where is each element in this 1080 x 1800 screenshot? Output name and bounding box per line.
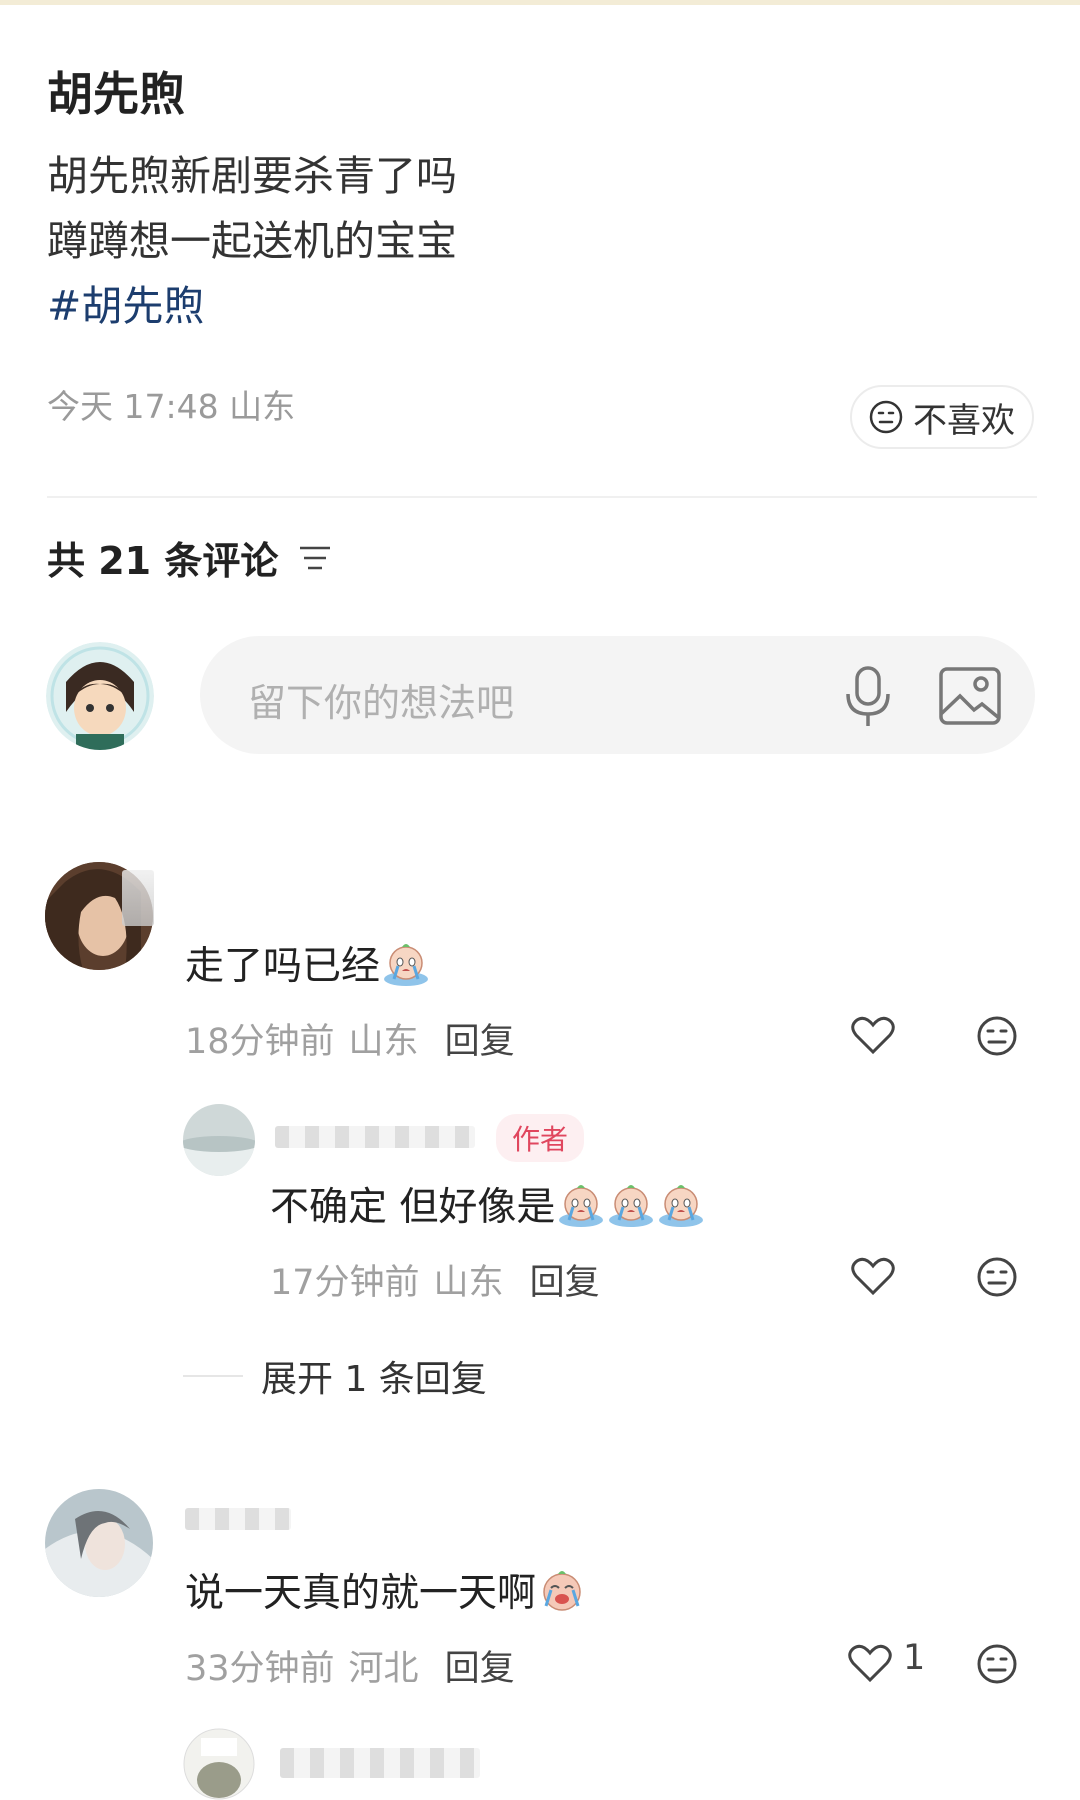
post-line-2: 蹲蹲想一起送机的宝宝 xyxy=(47,217,457,265)
comment-time: 17分钟前 xyxy=(270,1263,420,1303)
crying-emoji-icon xyxy=(384,944,429,986)
dislike-face-icon[interactable] xyxy=(976,1256,1018,1298)
post-line-1: 胡先煦新剧要杀青了吗 xyxy=(47,152,457,200)
comment-text: 走了吗已经 xyxy=(185,935,430,991)
my-avatar[interactable] xyxy=(46,642,154,750)
username-blurred[interactable] xyxy=(185,1508,291,1530)
comment-text: 不确定 但好像是 xyxy=(270,1176,705,1232)
comment-meta: 18分钟前 山东 回复 xyxy=(185,1013,515,1064)
comment-input[interactable]: 留下你的想法吧 xyxy=(200,636,1035,754)
post-meta: 今天 17:48 山东 xyxy=(47,387,296,426)
comment-text: 说一天真的就一天啊 xyxy=(185,1562,586,1618)
comment-location: 山东 xyxy=(348,1022,419,1062)
reply-button[interactable]: 回复 xyxy=(445,1013,515,1064)
heart-icon[interactable] xyxy=(851,1015,895,1055)
comment-time: 18分钟前 xyxy=(185,1022,335,1062)
image-icon[interactable] xyxy=(938,666,1002,726)
heart-icon[interactable] xyxy=(851,1256,895,1296)
heart-icon[interactable] xyxy=(848,1643,892,1683)
post-title: 胡先煦 xyxy=(47,67,185,121)
comment-input-placeholder: 留下你的想法吧 xyxy=(248,681,515,725)
comment-count-header: 共 21 条评论 xyxy=(47,530,332,585)
comment-count: 共 21 条评论 xyxy=(47,539,279,583)
comment-meta: 17分钟前 山东 回复 xyxy=(270,1254,600,1305)
dislike-label: 不喜欢 xyxy=(913,400,1015,441)
username-blurred[interactable] xyxy=(275,1126,475,1148)
expand-divider xyxy=(183,1375,243,1377)
comment-location: 河北 xyxy=(348,1649,419,1689)
avatar[interactable] xyxy=(183,1728,255,1800)
comment-meta: 33分钟前 河北 回复 xyxy=(185,1640,515,1691)
reply-button[interactable]: 回复 xyxy=(445,1640,515,1691)
crying-emoji-icon xyxy=(609,1185,654,1227)
author-badge: 作者 xyxy=(496,1114,585,1162)
sort-icon[interactable] xyxy=(298,544,332,572)
hashtag-link[interactable]: #胡先煦 xyxy=(47,274,457,339)
post-body: 胡先煦新剧要杀青了吗 蹲蹲想一起送机的宝宝 #胡先煦 xyxy=(47,144,457,339)
dislike-button[interactable]: 不喜欢 xyxy=(850,385,1034,449)
crying-emoji-icon xyxy=(659,1185,704,1227)
dislike-face-icon[interactable] xyxy=(976,1015,1018,1057)
top-edge xyxy=(0,0,1080,5)
crying-emoji-icon xyxy=(559,1185,604,1227)
comment-time: 33分钟前 xyxy=(185,1649,335,1689)
crying-face-emoji-icon xyxy=(543,1571,581,1611)
comment-location: 山东 xyxy=(433,1263,504,1303)
expand-replies-label: 展开 1 条回复 xyxy=(261,1359,487,1400)
avatar[interactable] xyxy=(45,1489,153,1597)
reply-button[interactable]: 回复 xyxy=(530,1254,600,1305)
expand-replies-button[interactable]: 展开 1 条回复 xyxy=(183,1350,487,1402)
divider xyxy=(47,496,1037,498)
like-count: 1 xyxy=(903,1638,926,1678)
username-blurred[interactable] xyxy=(280,1748,480,1778)
username-blurred[interactable] xyxy=(122,870,154,926)
avatar[interactable] xyxy=(183,1104,255,1176)
neutral-face-icon xyxy=(869,400,903,434)
dislike-face-icon[interactable] xyxy=(976,1643,1018,1685)
microphone-icon[interactable] xyxy=(840,664,896,728)
